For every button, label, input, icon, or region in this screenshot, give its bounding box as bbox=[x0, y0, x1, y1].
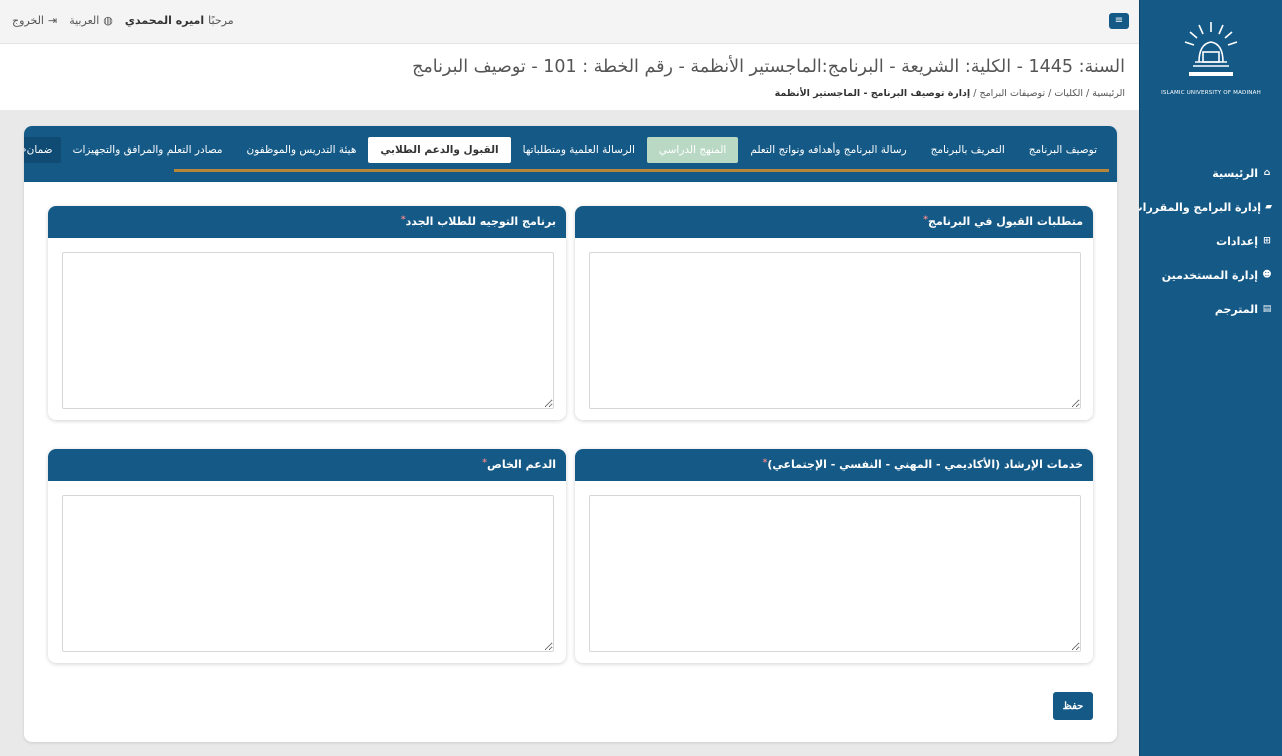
sidebar: ISLAMIC UNIVERSITY OF MADINAH ⌂ الرئيسية … bbox=[1132, 0, 1282, 756]
tab-list: توصيف البرنامج التعريف بالبرنامج رسالة ا… bbox=[24, 136, 1109, 164]
form-card: توصيف البرنامج التعريف بالبرنامج رسالة ا… bbox=[24, 126, 1117, 742]
logo-emblem-icon bbox=[1184, 22, 1238, 76]
sidebar-item-translator[interactable]: ▤ المترجم bbox=[1140, 292, 1282, 326]
panel-admission-requirements: متطلبات القبول في البرنامج* bbox=[575, 206, 1093, 420]
logo-caption: ISLAMIC UNIVERSITY OF MADINAH bbox=[1161, 90, 1261, 96]
sidebar-item-home[interactable]: ⌂ الرئيسية bbox=[1140, 156, 1282, 190]
tab-bar: توصيف البرنامج التعريف بالبرنامج رسالة ا… bbox=[24, 126, 1117, 182]
sidebar-nav: ⌂ الرئيسية ▰ إدارة البرامج والمقررات ⊞ إعدا… bbox=[1132, 156, 1282, 326]
breadcrumb-current: إدارة توصيف البرنامج - الماجستير الأنظمة bbox=[774, 88, 971, 99]
grid-icon: ⊞ bbox=[1263, 236, 1271, 246]
logout-link[interactable]: ⇥ الخروج bbox=[12, 14, 57, 27]
page-header: السنة: 1445 - الكلية: الشريعة - البرنامج… bbox=[0, 44, 1139, 110]
panel-title: متطلبات القبول في البرنامج* bbox=[575, 206, 1093, 238]
menu-toggle-button[interactable]: ≡ bbox=[1109, 13, 1129, 29]
hamburger-icon: ≡ bbox=[1114, 15, 1124, 26]
breadcrumb-colleges[interactable]: الكليات bbox=[1054, 88, 1083, 99]
university-logo[interactable]: ISLAMIC UNIVERSITY OF MADINAH bbox=[1151, 18, 1271, 118]
panel-title: خدمات الإرشاد (الأكاديمي - المهني - النف… bbox=[575, 449, 1093, 481]
counseling-services-input[interactable] bbox=[589, 495, 1081, 652]
panel-special-support: الدعم الخاص* bbox=[48, 449, 566, 663]
page-title: السنة: 1445 - الكلية: الشريعة - البرنامج… bbox=[412, 57, 1125, 77]
breadcrumb-program-specs[interactable]: توصيفات البرامج bbox=[979, 88, 1045, 99]
chevron-left-icon: ‹ bbox=[24, 144, 27, 156]
user-greeting: مرحبًا اميره المحمدي bbox=[124, 14, 234, 27]
tab-faculty-staff[interactable]: هيئة التدريس والموظفون bbox=[235, 137, 369, 163]
tab-admission-support[interactable]: القبول والدعم الطلابي bbox=[368, 137, 511, 163]
panel-counseling-services: خدمات الإرشاد (الأكاديمي - المهني - النف… bbox=[575, 449, 1093, 663]
tab-program-introduction[interactable]: التعريف بالبرنامج bbox=[919, 137, 1017, 163]
sidebar-item-programs[interactable]: ▰ إدارة البرامج والمقررات bbox=[1132, 190, 1282, 224]
sidebar-item-settings[interactable]: ⊞ إعدادات bbox=[1140, 224, 1282, 258]
tab-program-description[interactable]: توصيف البرنامج bbox=[1017, 137, 1109, 163]
topbar: ≡ مرحبًا اميره المحمدي ◍ العربية ⇥ الخروج bbox=[0, 0, 1139, 44]
home-icon: ⌂ bbox=[1263, 168, 1271, 178]
tab-learning-resources[interactable]: مصادر التعلم والمرافق والتجهيزات bbox=[61, 137, 235, 163]
tab-curriculum: المنهج الدراسي bbox=[646, 137, 739, 163]
orientation-program-input[interactable] bbox=[62, 252, 554, 409]
book-icon: ▰ bbox=[1265, 202, 1272, 212]
globe-icon: ◍ bbox=[103, 14, 113, 27]
admission-requirements-input[interactable] bbox=[589, 252, 1081, 409]
panel-title: الدعم الخاص* bbox=[48, 449, 566, 481]
translate-icon: ▤ bbox=[1262, 304, 1272, 314]
special-support-input[interactable] bbox=[62, 495, 554, 652]
tab-underline bbox=[174, 169, 1109, 172]
language-switch[interactable]: ◍ العربية bbox=[69, 14, 113, 27]
logout-icon: ⇥ bbox=[48, 14, 58, 27]
main-content: توصيف البرنامج التعريف بالبرنامج رسالة ا… bbox=[0, 110, 1139, 756]
sidebar-item-users[interactable]: ☻ إدارة المستخدمين bbox=[1140, 258, 1282, 292]
users-icon: ☻ bbox=[1262, 270, 1272, 280]
tab-thesis[interactable]: الرسالة العلمية ومتطلباتها bbox=[511, 137, 647, 163]
panel-orientation-program: برنامج التوجيه للطلاب الجدد* bbox=[48, 206, 566, 420]
save-button[interactable]: حفظ bbox=[1053, 692, 1093, 720]
user-name: اميره المحمدي bbox=[124, 14, 205, 27]
panel-title: برنامج التوجيه للطلاب الجدد* bbox=[48, 206, 566, 238]
breadcrumb-home[interactable]: الرئيسية bbox=[1092, 88, 1125, 99]
user-bar: مرحبًا اميره المحمدي ◍ العربية ⇥ الخروج bbox=[12, 14, 234, 27]
breadcrumb: الرئيسية / الكليات / توصيفات البرامج / إ… bbox=[774, 88, 1125, 99]
tab-quality-assurance[interactable]: ضمان ‹ bbox=[24, 137, 61, 163]
tab-mission-objectives[interactable]: رسالة البرنامج وأهدافه ونواتج التعلم bbox=[738, 137, 918, 163]
